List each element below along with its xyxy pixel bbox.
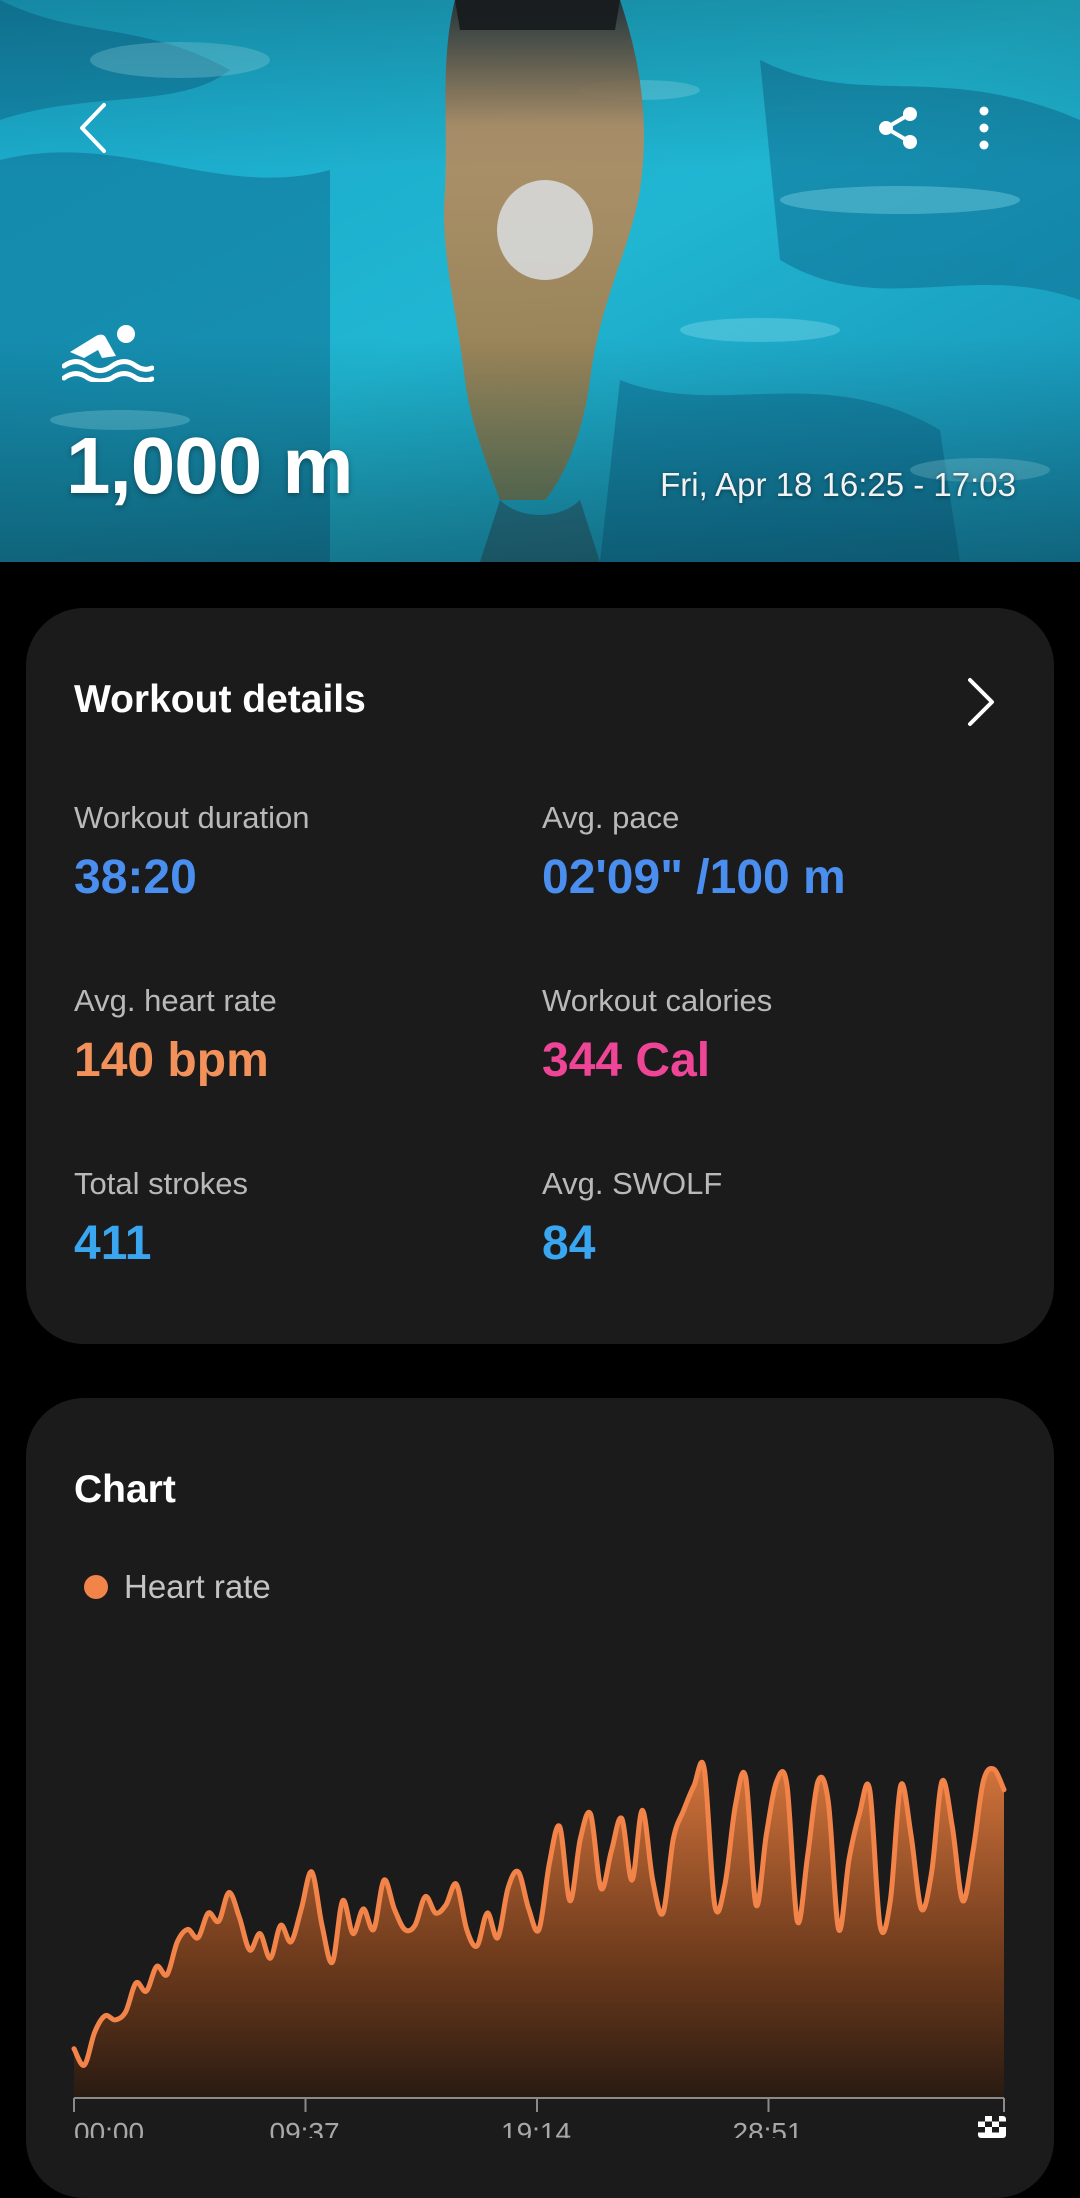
x-tick-label: 09:37 (270, 2117, 340, 2138)
metric-workout-duration: Workout duration 38:20 (74, 800, 310, 905)
metric-workout-calories: Workout calories 344 Cal (542, 983, 772, 1088)
checkered-flag-icon (978, 2116, 1006, 2138)
workout-details-card[interactable]: Workout details Workout duration 38:20 A… (26, 608, 1054, 1344)
metric-total-strokes: Total strokes 411 (74, 1166, 248, 1271)
chevron-left-icon (80, 103, 106, 153)
metric-value: 02'09" /100 m (542, 851, 846, 904)
chevron-right-icon[interactable] (960, 676, 1000, 728)
x-axis-ticks: 00:00 09:37 19:14 28:51 (73, 2098, 1005, 2138)
share-button[interactable] (866, 96, 930, 160)
distance-value: 1,000 m (66, 421, 354, 510)
metric-label: Avg. pace (542, 800, 680, 835)
metric-label: Avg. SWOLF (542, 1166, 723, 1201)
chart-card: Chart Heart rate 00:00 09:37 19:14 28:51 (26, 1398, 1054, 2198)
metric-value: 84 (542, 1217, 596, 1270)
metric-value: 344 Cal (542, 1034, 711, 1087)
heart-rate-chart[interactable]: 00:00 09:37 19:14 28:51 (26, 1398, 1054, 2138)
metric-label: Total strokes (74, 1166, 249, 1201)
x-tick-label: 19:14 (501, 2117, 571, 2138)
x-tick-label: 00:00 (74, 2117, 144, 2138)
more-vertical-icon (979, 106, 989, 150)
metric-label: Avg. heart rate (74, 983, 277, 1018)
session-time: Fri, Apr 18 16:25 - 17:03 (660, 466, 1016, 503)
metric-label: Workout calories (542, 983, 773, 1018)
metric-value: 411 (74, 1217, 152, 1270)
metric-value: 140 bpm (74, 1034, 269, 1087)
x-tick-label: 28:51 (733, 2117, 803, 2138)
share-icon (879, 107, 917, 149)
more-options-button[interactable] (956, 96, 1012, 160)
metric-label: Workout duration (74, 800, 310, 835)
metric-value: 38:20 (74, 851, 197, 904)
metric-avg-pace: Avg. pace 02'09" /100 m (542, 800, 846, 905)
workout-details-title: Workout details (74, 678, 366, 721)
metric-avg-heart-rate: Avg. heart rate 140 bpm (74, 983, 277, 1088)
back-button[interactable] (62, 96, 126, 160)
swimming-icon (62, 325, 154, 382)
hero-image: 1,000 m Fri, Apr 18 16:25 - 17:03 (0, 0, 1080, 562)
metric-avg-swolf: Avg. SWOLF 84 (542, 1166, 722, 1271)
